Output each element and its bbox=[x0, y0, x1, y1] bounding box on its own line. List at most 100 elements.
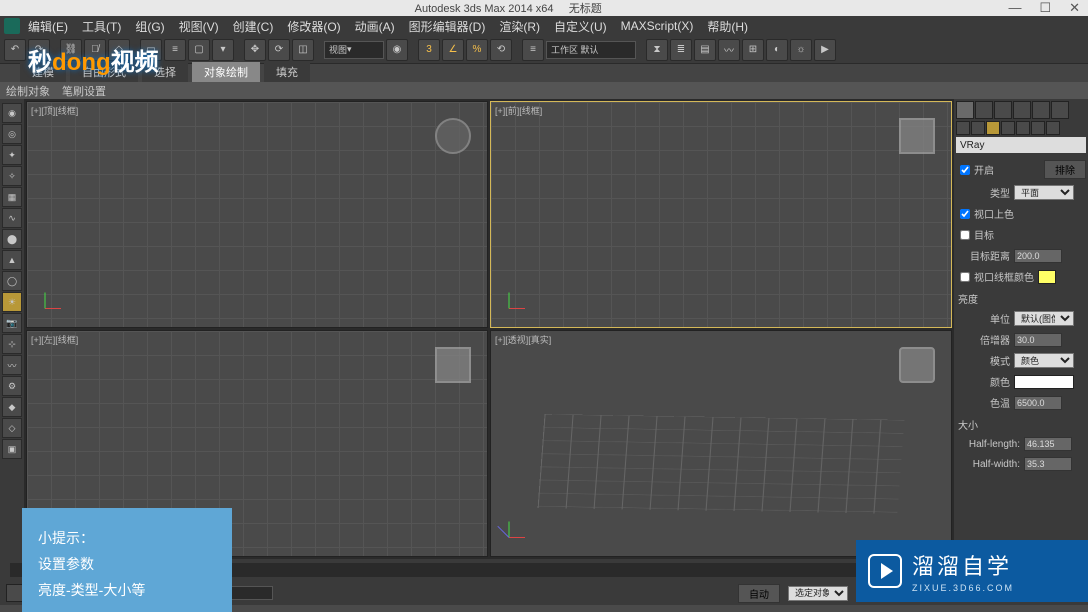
selectregion-icon[interactable]: ▢ bbox=[188, 39, 210, 61]
vpshade-checkbox[interactable] bbox=[960, 209, 970, 219]
menu-animation[interactable]: 动画(A) bbox=[355, 18, 395, 35]
maximize-icon[interactable]: ☐ bbox=[1039, 0, 1051, 16]
menu-maxscript[interactable]: MAXScript(X) bbox=[621, 19, 694, 33]
viewport-persp-label[interactable]: [+][透视][真实] bbox=[495, 333, 551, 346]
exclude-button[interactable]: 排除 bbox=[1044, 160, 1086, 179]
mult-input[interactable] bbox=[1014, 333, 1062, 347]
menu-create[interactable]: 创建(C) bbox=[233, 18, 274, 35]
scale-icon[interactable]: ◫ bbox=[292, 39, 314, 61]
menu-grapheditors[interactable]: 图形编辑器(D) bbox=[409, 18, 486, 35]
menu-rendering[interactable]: 渲染(R) bbox=[499, 18, 540, 35]
move-icon[interactable]: ✥ bbox=[244, 39, 266, 61]
cat-shapes-icon[interactable] bbox=[971, 121, 985, 135]
percent-snap-icon[interactable]: % bbox=[466, 39, 488, 61]
curve-editor-icon[interactable]: 〰 bbox=[718, 39, 740, 61]
lt-cameras-icon[interactable]: 📷 bbox=[2, 313, 22, 333]
cat-spacewarps-icon[interactable] bbox=[1031, 121, 1045, 135]
enable-checkbox[interactable] bbox=[960, 165, 970, 175]
lt-standard-icon[interactable]: ◉ bbox=[2, 103, 22, 123]
halfwidth-input[interactable] bbox=[1024, 457, 1072, 471]
lt-nurbs-icon[interactable]: ∿ bbox=[2, 208, 22, 228]
spinner-snap-icon[interactable]: ⟲ bbox=[490, 39, 512, 61]
snap-3-icon[interactable]: 3 bbox=[418, 39, 440, 61]
filter-icon[interactable]: ▾ bbox=[212, 39, 234, 61]
keyfilter-dropdown[interactable]: 选定对象 bbox=[788, 586, 848, 601]
selectname-icon[interactable]: ≡ bbox=[164, 39, 186, 61]
viewport-top[interactable]: [+][顶][线框] bbox=[26, 101, 488, 328]
viewport-front[interactable]: [+][前][线框] bbox=[490, 101, 952, 328]
target-checkbox[interactable] bbox=[960, 230, 970, 240]
menu-modifiers[interactable]: 修改器(O) bbox=[287, 18, 340, 35]
lt-lights-icon[interactable]: ☀ bbox=[2, 292, 22, 312]
menu-tools[interactable]: 工具(T) bbox=[82, 18, 121, 35]
lt-systems-icon[interactable]: ⚙ bbox=[2, 376, 22, 396]
cmd-utilities-icon[interactable] bbox=[1051, 101, 1069, 119]
lt-spacewarps-icon[interactable]: 〰 bbox=[2, 355, 22, 375]
wirecolor-swatch[interactable] bbox=[1038, 270, 1056, 284]
subtab-brush[interactable]: 笔刷设置 bbox=[62, 83, 106, 99]
rotate-icon[interactable]: ⟳ bbox=[268, 39, 290, 61]
tab-fill[interactable]: 填充 bbox=[264, 62, 310, 82]
viewport-perspective[interactable]: [+][透视][真实] bbox=[490, 330, 952, 557]
viewcube-icon[interactable] bbox=[899, 347, 935, 383]
wirecolor-checkbox[interactable] bbox=[960, 272, 970, 282]
layers-icon[interactable]: ▤ bbox=[694, 39, 716, 61]
viewcube-icon[interactable] bbox=[435, 347, 471, 383]
render-icon[interactable]: ▶ bbox=[814, 39, 836, 61]
type-dropdown[interactable]: 平面 bbox=[1014, 185, 1074, 200]
viewcube-icon[interactable] bbox=[435, 118, 471, 154]
refcoord-dropdown[interactable]: 视图 ▾ bbox=[324, 41, 384, 59]
mode-dropdown[interactable]: 颜色 bbox=[1014, 353, 1074, 368]
menu-customize[interactable]: 自定义(U) bbox=[554, 18, 607, 35]
cat-systems-icon[interactable] bbox=[1046, 121, 1060, 135]
mirror-icon[interactable]: ⧗ bbox=[646, 39, 668, 61]
lt-misc3-icon[interactable]: ▣ bbox=[2, 439, 22, 459]
render-setup-icon[interactable]: ☼ bbox=[790, 39, 812, 61]
cat-helpers-icon[interactable] bbox=[1016, 121, 1030, 135]
cmd-modify-icon[interactable] bbox=[975, 101, 993, 119]
cmd-display-icon[interactable] bbox=[1032, 101, 1050, 119]
subtab-drawobj[interactable]: 绘制对象 bbox=[6, 83, 50, 99]
lt-misc1-icon[interactable]: ◆ bbox=[2, 397, 22, 417]
schematic-icon[interactable]: ⊞ bbox=[742, 39, 764, 61]
autokey-button[interactable]: 自动 bbox=[738, 584, 780, 603]
renderer-dropdown[interactable]: VRay bbox=[956, 137, 1086, 153]
app-icon[interactable] bbox=[4, 18, 20, 34]
color-swatch[interactable] bbox=[1014, 375, 1074, 389]
menu-edit[interactable]: 编辑(E) bbox=[28, 18, 68, 35]
lt-misc2-icon[interactable]: ◇ bbox=[2, 418, 22, 438]
lt-dynamics-icon[interactable]: ⬤ bbox=[2, 229, 22, 249]
cmd-hierarchy-icon[interactable] bbox=[994, 101, 1012, 119]
halflength-input[interactable] bbox=[1024, 437, 1072, 451]
viewport-left-label[interactable]: [+][左][线框] bbox=[31, 333, 78, 346]
close-icon[interactable]: ✕ bbox=[1069, 0, 1080, 16]
lt-compound-icon[interactable]: ✦ bbox=[2, 145, 22, 165]
pivot-icon[interactable]: ◉ bbox=[386, 39, 408, 61]
lt-extended-icon[interactable]: ◎ bbox=[2, 124, 22, 144]
viewport-top-label[interactable]: [+][顶][线框] bbox=[31, 104, 78, 117]
menu-views[interactable]: 视图(V) bbox=[179, 18, 219, 35]
lt-helpers-icon[interactable]: ⊹ bbox=[2, 334, 22, 354]
workspace-dropdown[interactable]: 工作区 默认 bbox=[546, 41, 636, 59]
cmd-create-icon[interactable] bbox=[956, 101, 974, 119]
viewcube-icon[interactable] bbox=[899, 118, 935, 154]
angle-snap-icon[interactable]: ∠ bbox=[442, 39, 464, 61]
cat-geometry-icon[interactable] bbox=[956, 121, 970, 135]
temp-input[interactable] bbox=[1014, 396, 1062, 410]
tab-objpaint[interactable]: 对象绘制 bbox=[192, 62, 260, 82]
minimize-icon[interactable]: — bbox=[1008, 0, 1021, 16]
material-editor-icon[interactable]: ◐ bbox=[766, 39, 788, 61]
align-icon[interactable]: ≣ bbox=[670, 39, 692, 61]
lt-aec-icon[interactable]: ▲ bbox=[2, 250, 22, 270]
nameselset-icon[interactable]: ≡ bbox=[522, 39, 544, 61]
lt-particle-icon[interactable]: ✧ bbox=[2, 166, 22, 186]
lt-shapes-icon[interactable]: ◯ bbox=[2, 271, 22, 291]
undo-icon[interactable]: ↶ bbox=[4, 39, 26, 61]
units-dropdown[interactable]: 默认(图像) bbox=[1014, 311, 1074, 326]
menu-help[interactable]: 帮助(H) bbox=[707, 18, 748, 35]
targetdist-input[interactable] bbox=[1014, 249, 1062, 263]
viewport-front-label[interactable]: [+][前][线框] bbox=[495, 104, 542, 117]
cat-lights-icon[interactable] bbox=[986, 121, 1000, 135]
lt-patch-icon[interactable]: ▦ bbox=[2, 187, 22, 207]
cat-cameras-icon[interactable] bbox=[1001, 121, 1015, 135]
